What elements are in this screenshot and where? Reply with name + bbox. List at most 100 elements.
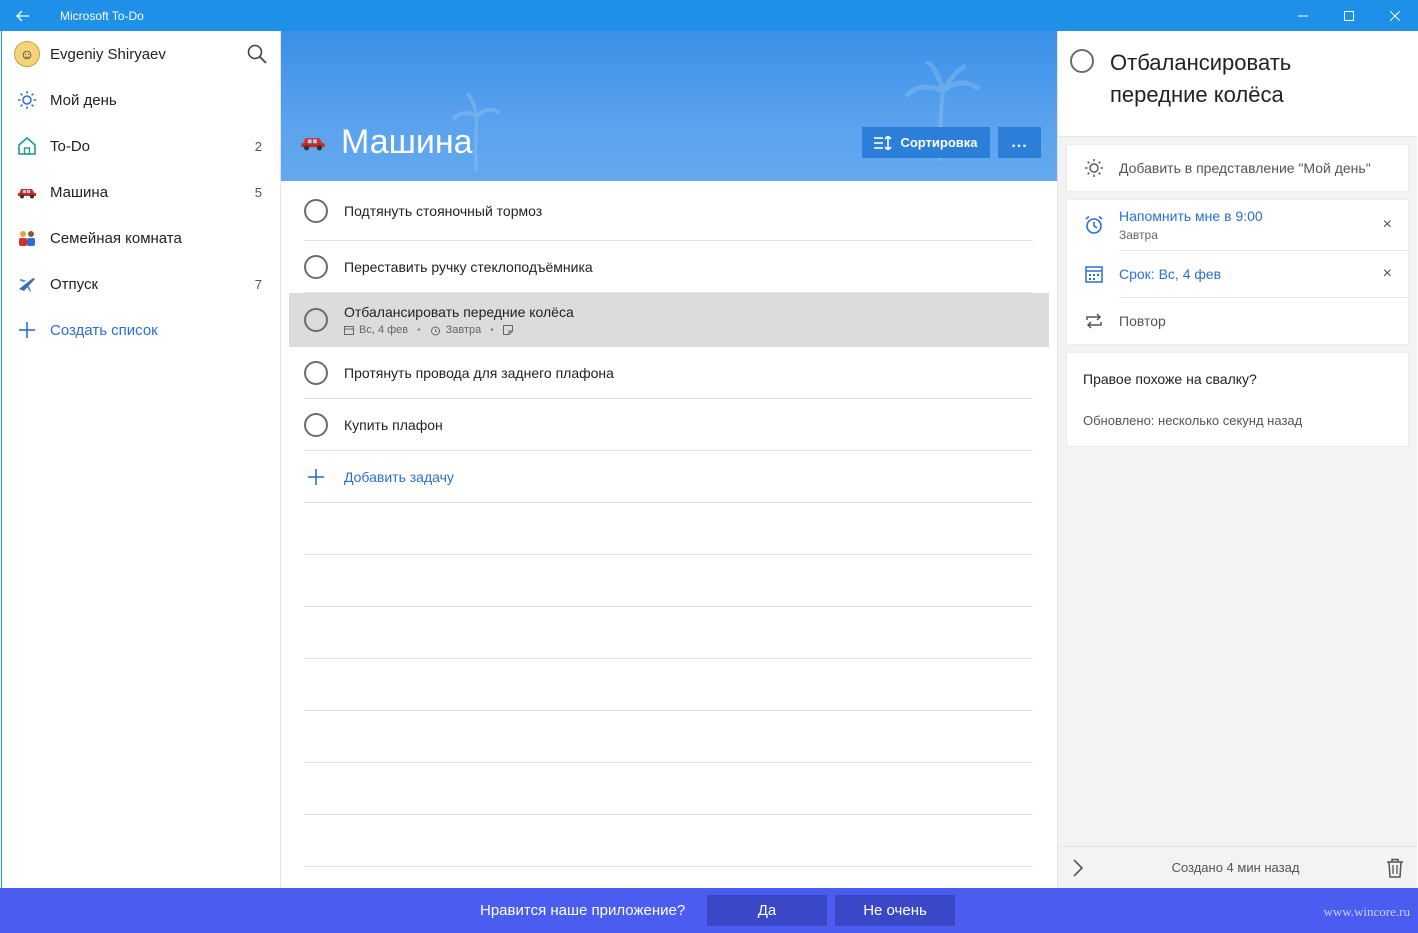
reminder-label: Напомнить мне в 9:00 <box>1119 208 1263 224</box>
sidebar-item-todo[interactable]: To-Do 2 <box>2 123 280 169</box>
empty-row <box>304 607 1033 659</box>
chevron-right-icon <box>1073 858 1083 877</box>
empty-row <box>304 763 1033 815</box>
remove-reminder-button[interactable]: × <box>1383 216 1392 234</box>
sidebar-item-vacation[interactable]: Отпуск 7 <box>2 261 280 307</box>
due-date-row[interactable]: Срок: Вс, 4 фев × <box>1067 251 1408 297</box>
task-meta: Вс, 4 фев • Завтра • <box>344 324 574 336</box>
more-icon: ... <box>1011 133 1028 151</box>
sidebar-item-my-day[interactable]: Мой день <box>2 77 280 123</box>
close-button[interactable] <box>1372 0 1418 31</box>
task-item[interactable]: Купить плафон <box>304 399 1033 451</box>
sort-label: Сортировка <box>900 135 978 150</box>
task-item-selected[interactable]: Отбалансировать передние колёса Вс, 4 фе… <box>289 293 1049 347</box>
sidebar-item-count: 5 <box>254 184 262 200</box>
sidebar: ☺ Evgeniy Shiryaev Мой день To-Do 2 Маши… <box>1 31 281 888</box>
task-item[interactable]: Переставить ручку стеклоподъёмника <box>304 241 1033 293</box>
maximize-button[interactable] <box>1326 0 1372 31</box>
list-banner: Машина Сортировка ... <box>281 31 1057 181</box>
plus-icon <box>16 319 38 341</box>
sidebar-item-label: To-Do <box>50 137 91 155</box>
reminder-sub: Завтра <box>1119 228 1158 242</box>
delete-task-button[interactable] <box>1373 858 1417 878</box>
reminder-text: Напомнить мне в 9:00 Завтра <box>1119 208 1263 242</box>
task-title: Переставить ручку стеклоподъёмника <box>344 258 593 275</box>
trash-icon <box>1387 858 1403 878</box>
back-arrow-icon <box>16 10 29 21</box>
complete-checkbox[interactable] <box>304 254 328 279</box>
title-bar: Microsoft To-Do <box>0 0 1418 31</box>
minimize-icon <box>1298 15 1308 16</box>
window-title: Microsoft To-Do <box>60 8 144 23</box>
sidebar-item-label: Отпуск <box>50 275 99 293</box>
sidebar-item-count: 7 <box>254 276 262 292</box>
complete-checkbox[interactable] <box>304 360 328 385</box>
create-list-label: Создать список <box>50 321 158 339</box>
search-button[interactable] <box>246 43 268 65</box>
due-date-label: Срок: Вс, 4 фев <box>1119 266 1222 282</box>
note-updated: Обновлено: несколько секунд назад <box>1083 413 1303 428</box>
empty-row <box>304 711 1033 763</box>
list-title: Машина <box>341 123 473 161</box>
empty-row <box>304 815 1033 867</box>
created-info: Создано 4 мин назад <box>1171 860 1300 875</box>
add-to-my-day-button[interactable]: Добавить в представление "Мой день" <box>1067 145 1408 191</box>
feedback-yes-button[interactable]: Да <box>707 895 827 926</box>
task-list: Подтянуть стояночный тормоз Переставить … <box>281 181 1057 867</box>
my-day-card: Добавить в представление "Мой день" <box>1066 144 1409 192</box>
alarm-icon <box>430 325 441 336</box>
repeat-icon <box>1083 310 1105 332</box>
plus-icon <box>304 465 328 489</box>
repeat-row[interactable]: Повтор <box>1067 298 1408 344</box>
task-text-wrap: Отбалансировать передние колёса Вс, 4 фе… <box>344 304 574 336</box>
repeat-label: Повтор <box>1119 313 1166 329</box>
complete-checkbox[interactable] <box>304 412 328 437</box>
detail-footer: Создано 4 мин назад <box>1058 846 1417 888</box>
sidebar-item-family-room[interactable]: Семейная комната <box>2 215 280 261</box>
task-item[interactable]: Подтянуть стояночный тормоз <box>304 181 1033 241</box>
close-icon <box>1390 10 1400 21</box>
task-title: Протянуть провода для заднего плафона <box>344 364 614 381</box>
complete-checkbox[interactable] <box>304 198 328 223</box>
user-name: Evgeniy Shiryaev <box>50 45 166 63</box>
note-card[interactable]: Правое похоже на свалку? Обновлено: неск… <box>1066 352 1409 447</box>
sidebar-item-label: Мой день <box>50 91 117 109</box>
task-item[interactable]: Протянуть провода для заднего плафона <box>304 347 1033 399</box>
create-list-button[interactable]: Создать список <box>2 307 280 353</box>
car-icon <box>16 181 38 203</box>
hide-detail-button[interactable] <box>1058 858 1098 877</box>
user-profile[interactable]: ☺ Evgeniy Shiryaev <box>2 31 280 77</box>
schedule-card: Напомнить мне в 9:00 Завтра × Срок: Вс, … <box>1066 199 1409 345</box>
remove-due-date-button[interactable]: × <box>1383 265 1392 283</box>
airplane-icon <box>16 273 38 295</box>
list-header: Машина <box>299 123 473 162</box>
detail-task-title[interactable]: Отбалансировать передние колёса <box>1110 47 1370 111</box>
sort-button[interactable]: Сортировка <box>862 127 990 158</box>
task-title: Отбалансировать передние колёса <box>344 304 574 320</box>
note-text[interactable]: Правое похоже на свалку? <box>1083 371 1392 387</box>
add-task-row[interactable]: Добавить задачу <box>304 451 1033 503</box>
task-title: Купить плафон <box>344 416 443 433</box>
alarm-icon <box>1083 214 1105 236</box>
avatar: ☺ <box>14 41 40 67</box>
reminder-row[interactable]: Напомнить мне в 9:00 Завтра × <box>1067 200 1408 250</box>
complete-checkbox[interactable] <box>304 308 328 332</box>
sidebar-item-count: 2 <box>254 138 262 154</box>
task-reminder: Завтра <box>445 324 482 336</box>
more-options-button[interactable]: ... <box>998 127 1041 158</box>
back-button[interactable] <box>0 0 46 31</box>
minimize-button[interactable] <box>1280 0 1326 31</box>
detail-header: Отбалансировать передние колёса <box>1058 31 1417 137</box>
feedback-bar: Нравится наше приложение? Да Не очень ww… <box>0 888 1418 933</box>
task-title: Подтянуть стояночный тормоз <box>344 202 543 219</box>
sort-icon <box>874 135 893 150</box>
sun-icon <box>1083 157 1105 179</box>
meta-separator: • <box>490 324 494 336</box>
feedback-no-button[interactable]: Не очень <box>835 895 955 926</box>
task-due: Вс, 4 фев <box>359 324 409 336</box>
window-controls <box>1280 0 1418 31</box>
watermark: www.wincore.ru <box>1323 904 1410 919</box>
sidebar-item-car[interactable]: Машина 5 <box>2 169 280 215</box>
complete-checkbox[interactable] <box>1070 49 1094 73</box>
task-detail-pane: Отбалансировать передние колёса Добавить… <box>1057 31 1417 888</box>
